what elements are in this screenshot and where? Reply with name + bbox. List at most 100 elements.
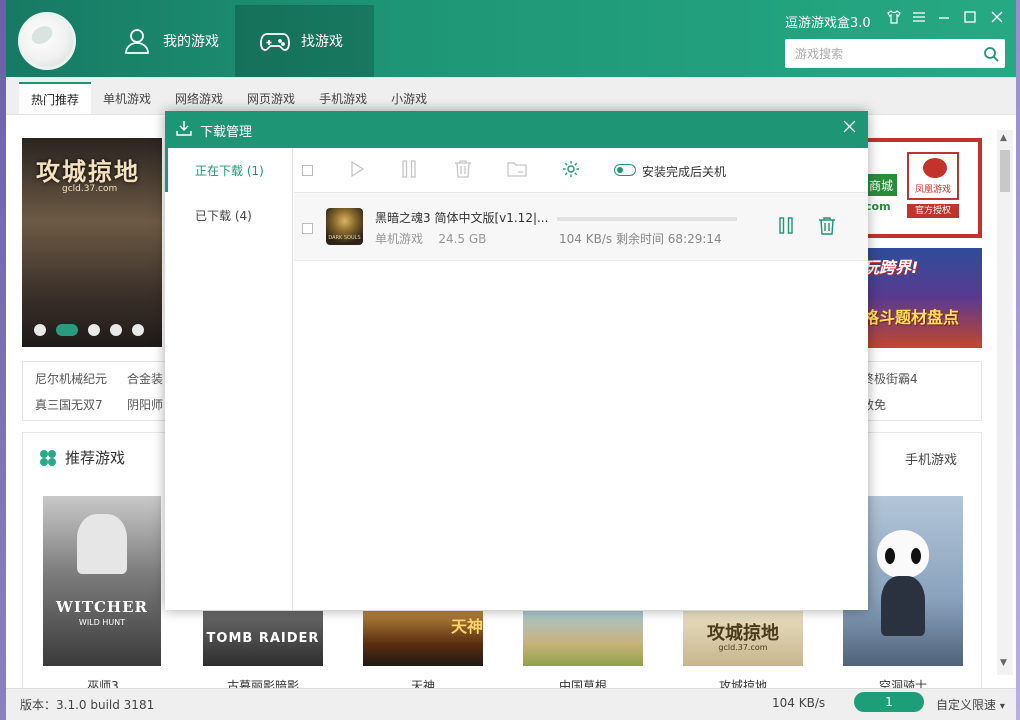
carousel-dot[interactable] [110,324,122,336]
scroll-down-icon[interactable]: ▼ [1000,658,1007,668]
select-all-checkbox[interactable] [302,165,313,176]
search-icon [984,46,999,62]
close-icon [843,120,855,133]
download-row[interactable]: DARK SOULS 黑暗之魂3 简体中文版[v1.12|... 单机游戏 24… [294,193,868,261]
subnav-item-hot[interactable]: 热门推荐 [19,82,92,114]
download-meta: 单机游戏 24.5 GB [375,230,486,247]
header: 我的游戏 找游戏 逗游游戏盒3.0 [6,0,1016,77]
banner-carousel[interactable]: 攻城掠地 gcld.37.com [22,138,162,347]
ad-banner-phoenix[interactable]: 商城 com 凤凰游戏 官方授权 [861,138,982,238]
download-name: 黑暗之魂3 简体中文版[v1.12|... [375,211,549,225]
close-button[interactable] [987,10,1007,28]
subnav-item-mobile[interactable]: 手机游戏 [307,82,379,114]
dialog-header: 下载管理 [165,111,868,148]
ad-com-label: com [865,200,891,213]
carousel-dot[interactable] [88,324,100,336]
search-box [785,39,1005,68]
status-bar: 版本：3.1.0 build 3181 104 KB/s 1 自定义限速 ▾ [6,688,1016,720]
download-speed-info: 104 KB/s 剩余时间 68:29:14 [559,230,722,247]
search-input[interactable] [785,46,977,61]
quick-link[interactable]: 合金装 [127,370,163,387]
cover-title: WITCHER [55,598,149,616]
carousel-dot-active[interactable] [56,324,78,336]
tab-my-games[interactable]: 我的游戏 [97,5,243,77]
shutdown-toggle-label: 安装完成后关机 [642,165,727,179]
download-progress-bar [557,217,737,221]
game-cover-witcher[interactable]: WITCHER WILD HUNT [43,496,161,666]
game-cover-tianshen[interactable]: 天神 [363,611,483,666]
delete-icon[interactable] [454,160,472,178]
game-cover-gcld[interactable]: 攻城掠地 gcld.37.com [683,611,803,666]
ad-auth-label: 官方授权 [907,204,959,218]
carousel-dots [34,324,144,336]
chevron-down-icon: ▾ [999,701,1005,712]
play-icon[interactable] [349,160,365,178]
row-remaining-label: 剩余时间 [615,232,664,246]
tab-find-games-label: 找游戏 [301,34,343,50]
minimize-icon [939,17,949,19]
download-manager-dialog: 下载管理 正在下载 (1) 已下载 (4) 安装完成后关机 DARK SOULS… [165,111,868,610]
scrollbar-thumb[interactable] [1000,150,1010,192]
carousel-dot[interactable] [34,324,46,336]
maximize-icon [964,11,976,23]
download-size: 24.5 GB [438,232,487,246]
download-sidebar: 正在下载 (1) 已下载 (4) [165,148,293,610]
app-title: 逗游游戏盒3.0 [785,16,871,31]
quick-link[interactable]: 真三国无双7 [35,396,103,413]
download-icon [176,121,192,136]
gamepad-icon [260,33,290,51]
skin-button[interactable] [884,10,904,28]
subnav-item-web[interactable]: 网页游戏 [235,82,307,114]
shirt-icon [887,10,901,24]
version-label: 版本：3.1.0 build 3181 [20,698,155,712]
banner-title: 攻城掠地 [36,157,140,186]
minimize-button[interactable] [934,10,954,28]
menu-button[interactable] [909,10,929,28]
row-pause-button[interactable] [778,217,794,235]
sidebar-item-downloaded[interactable]: 已下载 (4) [165,193,293,237]
quick-link[interactable]: 阴阳师 [127,396,163,413]
ad-store-label: 商城 [865,174,897,196]
subnav-item-mini[interactable]: 小游戏 [379,82,439,114]
dialog-close-button[interactable] [839,117,859,138]
game-cover-4[interactable] [523,611,643,666]
sidebar-item-downloading[interactable]: 正在下载 (1) [165,148,293,192]
category-nav: 热门推荐 单机游戏 网络游戏 网页游戏 手机游戏 小游戏 [6,77,1016,115]
shutdown-toggle[interactable] [614,164,636,176]
game-cover-tomb-raider[interactable]: TOMB RAIDER [203,611,323,666]
search-button[interactable] [977,39,1005,68]
cover-title: TOMB RAIDER [206,631,320,646]
phoenix-logo-text: 凤凰游戏 [914,185,951,195]
quick-link[interactable]: 终极街霸4 [862,370,918,387]
ad-banner-fighting[interactable]: 玩跨界! 格斗题材盘点 [861,248,982,348]
pause-icon[interactable] [400,160,418,178]
subnav-item-online[interactable]: 网络游戏 [163,82,235,114]
game-thumbnail: DARK SOULS [326,208,363,245]
clover-icon [40,449,56,466]
phoenix-logo: 凤凰游戏 [907,152,959,200]
folder-icon[interactable] [507,160,527,178]
banner-site: gcld.37.com [62,184,118,194]
tab-find-games[interactable]: 找游戏 [235,5,374,77]
row-checkbox[interactable] [302,223,313,234]
quick-link[interactable]: 尼尔机械纪元 [35,370,107,387]
app-window: 我的游戏 找游戏 逗游游戏盒3.0 游戏搜索 热门推荐 单机游戏 网络游戏 网页… [6,0,1016,720]
recommend-title: 推荐游戏 [65,449,126,467]
row-delete-button[interactable] [818,217,836,235]
cover-title: 攻城掠地 [707,623,779,644]
page-scrollbar[interactable]: ▲ ▼ [997,130,1013,675]
scroll-up-icon[interactable]: ▲ [1000,133,1007,143]
speed-limit-button[interactable]: 自定义限速 ▾ [936,696,1005,713]
subnav-item-single[interactable]: 单机游戏 [91,82,163,114]
download-count-badge[interactable]: 1 [854,692,924,712]
cover-title: 天神 [451,617,483,636]
recommend-header: 推荐游戏 [39,447,125,468]
recommend-tab-mobile[interactable]: 手机游戏 [905,449,957,468]
maximize-button[interactable] [960,10,980,28]
carousel-dot[interactable] [132,324,144,336]
cover-subtitle: WILD HUNT [78,618,126,627]
settings-icon[interactable] [562,160,580,178]
menu-icon [913,12,925,22]
speed-limit-label: 自定义限速 [936,698,997,712]
cover-subtitle: gcld.37.com [718,643,768,652]
